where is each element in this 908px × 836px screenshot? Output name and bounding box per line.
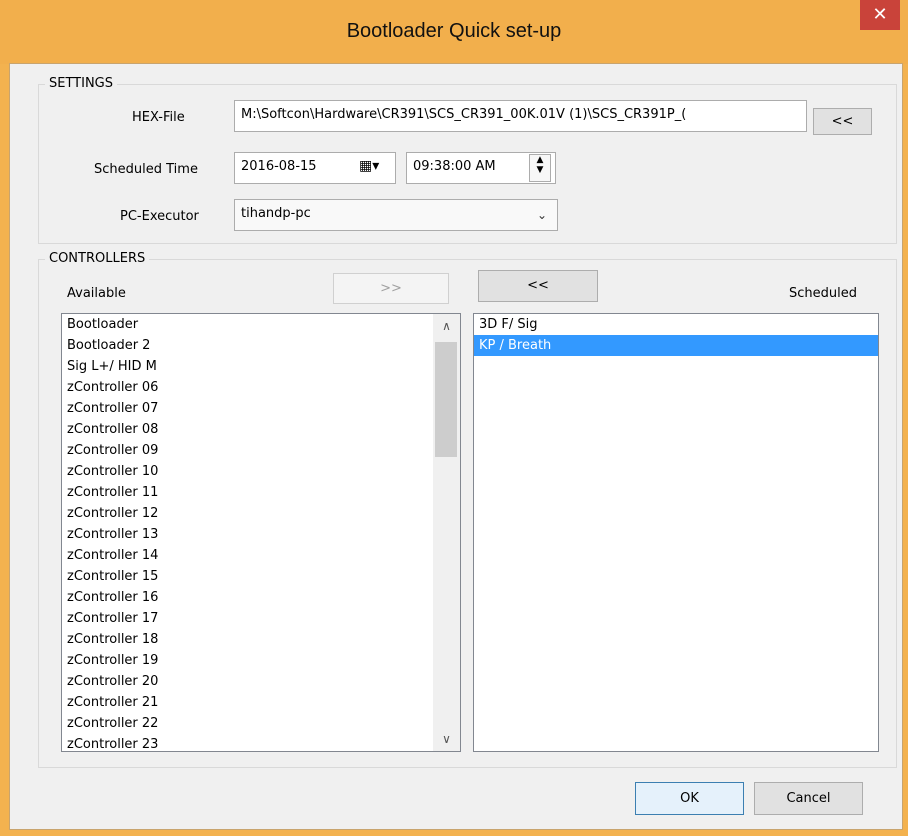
scheduled-label: Scheduled bbox=[789, 286, 857, 301]
add-to-scheduled-button[interactable]: >> bbox=[333, 273, 449, 304]
available-list[interactable]: Bootloader Bootloader 2 Sig L+/ HID MzCont… bbox=[61, 313, 461, 752]
list-item[interactable]: zController 20 bbox=[62, 671, 460, 692]
hex-file-label: HEX-File bbox=[132, 110, 185, 125]
spin-up-icon[interactable]: ▲ bbox=[530, 155, 550, 165]
pc-executor-select[interactable]: tihandp-pc ⌄ bbox=[234, 199, 558, 231]
list-item[interactable]: 3D F/ Sig bbox=[474, 314, 878, 335]
scroll-thumb[interactable] bbox=[435, 342, 457, 457]
available-items: Bootloader Bootloader 2 Sig L+/ HID MzCont… bbox=[62, 314, 460, 751]
list-item[interactable]: zController 18 bbox=[62, 629, 460, 650]
time-value: 09:38:00 AM bbox=[413, 159, 496, 174]
dialog-window: Bootloader Quick set-up ✕ SETTINGS HEX-F… bbox=[0, 0, 908, 836]
list-item[interactable]: zController 15 bbox=[62, 566, 460, 587]
list-item[interactable]: zController 19 bbox=[62, 650, 460, 671]
window-title: Bootloader Quick set-up bbox=[346, 20, 562, 42]
hex-browse-button[interactable]: << bbox=[813, 108, 872, 135]
list-item[interactable]: Bootloader 2 bbox=[62, 335, 460, 356]
close-button[interactable]: ✕ bbox=[860, 0, 900, 30]
list-item[interactable]: KP / Breath bbox=[474, 335, 878, 356]
date-value: 2016-08-15 bbox=[241, 159, 317, 174]
list-item[interactable]: zController 08 bbox=[62, 419, 460, 440]
list-item[interactable]: zController 17 bbox=[62, 608, 460, 629]
list-item[interactable]: zController 06 bbox=[62, 377, 460, 398]
title-bar[interactable]: Bootloader Quick set-up ✕ bbox=[0, 0, 908, 64]
list-item[interactable]: zController 14 bbox=[62, 545, 460, 566]
calendar-icon[interactable]: ▦▾ bbox=[359, 158, 379, 174]
controllers-group-title: CONTROLLERS bbox=[45, 251, 150, 266]
list-item[interactable]: zController 09 bbox=[62, 440, 460, 461]
list-item[interactable]: zController 07 bbox=[62, 398, 460, 419]
scheduled-time-label: Scheduled Time bbox=[94, 162, 198, 177]
list-item[interactable]: zController 10 bbox=[62, 461, 460, 482]
scroll-up-icon[interactable]: ∧ bbox=[433, 314, 460, 338]
chevron-down-icon[interactable]: ⌄ bbox=[537, 208, 547, 222]
list-item[interactable]: zController 22 bbox=[62, 713, 460, 734]
list-item[interactable]: zController 13 bbox=[62, 524, 460, 545]
scheduled-list[interactable]: 3D F/ Sig KP / Breath bbox=[473, 313, 879, 752]
dialog-client-area: SETTINGS HEX-File M:\Softcon\Hardware\CR… bbox=[9, 63, 903, 830]
close-icon: ✕ bbox=[872, 4, 888, 25]
hex-file-input[interactable]: M:\Softcon\Hardware\CR391\SCS_CR391_00K.… bbox=[234, 100, 807, 132]
remove-from-scheduled-button[interactable]: << bbox=[478, 270, 598, 302]
date-picker[interactable]: 2016-08-15 ▦▾ bbox=[234, 152, 396, 184]
list-item[interactable]: Bootloader bbox=[62, 314, 460, 335]
ok-button[interactable]: OK bbox=[635, 782, 744, 815]
pc-executor-value: tihandp-pc bbox=[241, 206, 311, 221]
list-item[interactable]: zController 11 bbox=[62, 482, 460, 503]
list-item[interactable]: zController 21 bbox=[62, 692, 460, 713]
cancel-button[interactable]: Cancel bbox=[754, 782, 863, 815]
list-item[interactable]: Sig L+/ HID M bbox=[62, 356, 460, 377]
pc-executor-label: PC-Executor bbox=[120, 209, 199, 224]
scheduled-items: 3D F/ Sig KP / Breath bbox=[474, 314, 878, 356]
time-spinner[interactable]: ▲ ▼ bbox=[529, 154, 551, 182]
available-label: Available bbox=[67, 286, 126, 301]
settings-group-title: SETTINGS bbox=[45, 76, 118, 91]
list-item[interactable]: zController 23 bbox=[62, 734, 460, 751]
available-scrollbar[interactable]: ∧ ∨ bbox=[433, 314, 460, 751]
list-item[interactable]: zController 12 bbox=[62, 503, 460, 524]
spin-down-icon[interactable]: ▼ bbox=[530, 165, 550, 175]
list-item[interactable]: zController 16 bbox=[62, 587, 460, 608]
scroll-down-icon[interactable]: ∨ bbox=[433, 727, 460, 751]
